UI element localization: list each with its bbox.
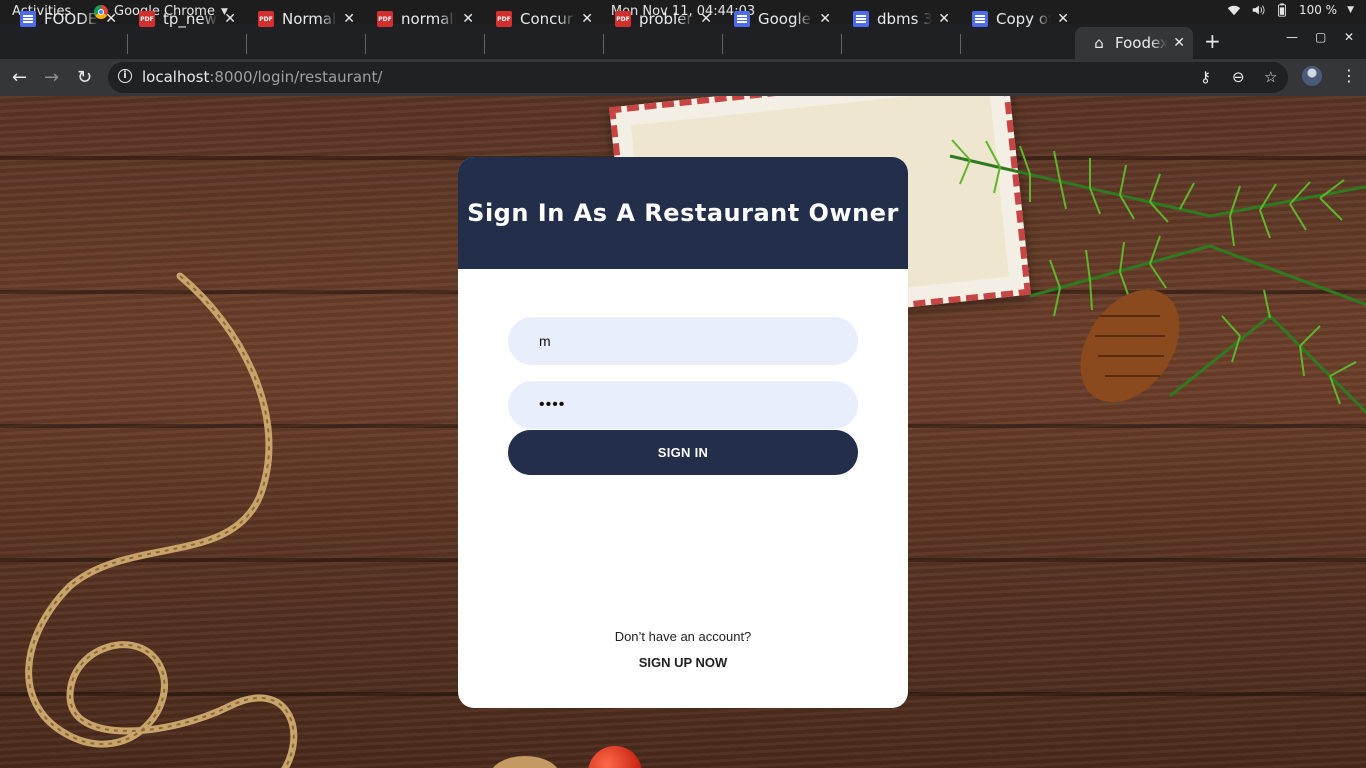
url-text: localhost:8000/login/restaurant/	[142, 68, 382, 86]
close-icon[interactable]: ✕	[105, 11, 117, 27]
tab-tp-new[interactable]: PDF tp_new ✕	[123, 3, 244, 35]
tab-normali-1[interactable]: PDF Normali ✕	[242, 3, 363, 35]
sign-up-link[interactable]: SIGN UP NOW	[458, 655, 908, 670]
pdf-icon: PDF	[496, 11, 512, 27]
zoom-icon[interactable]: ⊖	[1232, 68, 1245, 86]
reload-icon[interactable]: ↻	[77, 67, 92, 88]
tab-title: problem	[639, 10, 695, 28]
wifi-icon	[1227, 5, 1241, 16]
minimize-icon[interactable]: —	[1286, 30, 1298, 44]
doc-icon	[853, 11, 869, 27]
password-input[interactable]	[508, 381, 858, 429]
ornament-decoration	[588, 746, 642, 768]
no-account-text: Don’t have an account?	[614, 629, 752, 644]
url-host: localhost	[142, 68, 210, 86]
tab-problem[interactable]: PDF problem ✕	[599, 3, 720, 35]
pdf-icon: PDF	[139, 11, 155, 27]
twine-decoration	[25, 272, 298, 768]
menu-kebab-icon[interactable]: ⋮	[1341, 66, 1357, 85]
tab-title: Concurr	[520, 10, 576, 28]
close-icon[interactable]: ✕	[581, 11, 593, 27]
tab-title: FOODE	[44, 10, 98, 28]
back-arrow-icon[interactable]: ←	[12, 67, 27, 88]
profile-avatar[interactable]	[1302, 66, 1322, 86]
new-tab-button[interactable]: +	[1204, 29, 1221, 53]
tab-title: Normali	[282, 10, 338, 28]
tab-copy-of[interactable]: Copy of ✕	[956, 3, 1077, 35]
close-icon[interactable]: ✕	[462, 11, 474, 27]
tab-foodex-active[interactable]: ⌂ Foodex ✕	[1075, 27, 1193, 59]
key-icon[interactable]: ⚷	[1200, 68, 1211, 86]
close-icon[interactable]: ✕	[1057, 11, 1069, 27]
tab-dbms[interactable]: dbms 3r ✕	[837, 3, 958, 35]
close-icon[interactable]: ✕	[819, 11, 831, 27]
close-icon[interactable]: ✕	[938, 11, 950, 27]
pdf-icon: PDF	[377, 11, 393, 27]
login-card-header: Sign In As A Restaurant Owner	[458, 157, 908, 269]
home-icon: ⌂	[1094, 34, 1104, 52]
close-icon[interactable]: ✕	[224, 11, 236, 27]
battery-percent: 100 %	[1298, 3, 1338, 17]
maximize-icon[interactable]: ▢	[1315, 30, 1326, 44]
tab-concurr[interactable]: PDF Concurr ✕	[480, 3, 601, 35]
forward-arrow-icon[interactable]: →	[44, 67, 59, 88]
tab-foode[interactable]: FOODE ✕	[4, 3, 125, 35]
login-card: Sign In As A Restaurant Owner SIGN IN Do…	[458, 157, 908, 708]
tab-title: Foodex	[1115, 34, 1168, 52]
doc-icon	[20, 11, 36, 27]
doc-icon	[972, 11, 988, 27]
volume-icon	[1252, 5, 1265, 15]
tab-title: Google	[758, 10, 811, 28]
address-bar[interactable]: i localhost:8000/login/restaurant/ ⚷ ⊖ ☆	[108, 62, 1288, 93]
info-icon[interactable]: i	[118, 69, 132, 83]
close-icon[interactable]: ✕	[343, 11, 355, 27]
browser-toolbar: ← → ↻ i localhost:8000/login/restaurant/…	[0, 59, 1366, 96]
tab-title: dbms 3r	[877, 10, 933, 28]
close-window-icon[interactable]: ✕	[1344, 30, 1354, 44]
tab-title: normali	[401, 10, 457, 28]
url-path: :8000/login/restaurant/	[209, 68, 383, 86]
chevron-down-icon: ▼	[1347, 5, 1354, 15]
tab-google[interactable]: Google ✕	[718, 3, 839, 35]
bookmark-star-icon[interactable]: ☆	[1264, 68, 1277, 86]
close-icon[interactable]: ✕	[700, 11, 712, 27]
sign-in-button[interactable]: SIGN IN	[508, 430, 858, 475]
pdf-icon: PDF	[258, 11, 274, 27]
page-background: Sign In As A Restaurant Owner SIGN IN Do…	[0, 96, 1366, 768]
tab-title: tp_new	[163, 10, 217, 28]
battery-icon	[1278, 3, 1286, 17]
login-heading: Sign In As A Restaurant Owner	[467, 199, 899, 227]
username-input[interactable]	[508, 317, 858, 365]
pine-branch-decoration	[949, 139, 1366, 415]
walnut-decoration	[490, 756, 560, 768]
tab-title: Copy of	[996, 10, 1052, 28]
pdf-icon: PDF	[615, 11, 631, 27]
doc-icon	[734, 11, 750, 27]
system-tray[interactable]: 100 % ▼	[1227, 3, 1354, 17]
close-icon[interactable]: ✕	[1173, 35, 1185, 51]
tab-normali-2[interactable]: PDF normali ✕	[361, 3, 482, 35]
